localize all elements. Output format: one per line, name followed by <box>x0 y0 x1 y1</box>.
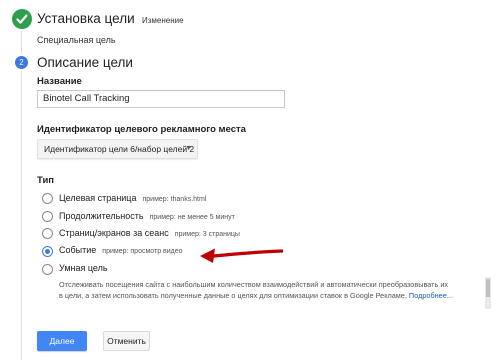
radio-destination[interactable] <box>42 193 53 204</box>
cancel-button[interactable]: Отменить <box>103 331 150 351</box>
red-arrow-annotation <box>200 248 283 263</box>
caret-down-icon: ▼ <box>185 145 192 152</box>
option-pages-per-session[interactable]: Страниц/экранов за сеанс пример: 3 страни… <box>59 228 240 238</box>
goal-name-label: Название <box>37 76 82 87</box>
step2-number-badge: 2 <box>15 56 28 69</box>
option-example: пример: просмотр видео <box>102 248 183 255</box>
option-destination[interactable]: Целевая страница пример: thanks.html <box>59 193 206 203</box>
option-label: Целевая страница <box>59 193 137 203</box>
smart-desc-line1: Отслеживать посещения сайта с наибольшим… <box>59 280 449 289</box>
next-button[interactable]: Далее <box>37 331 87 351</box>
option-label: Умная цель <box>59 263 108 273</box>
step2-title: Описание цели <box>37 55 133 70</box>
smart-goal-description: Отслеживать посещения сайта с наибольшим… <box>59 279 484 301</box>
option-event[interactable]: Событие пример: просмотр видео <box>59 245 183 255</box>
radio-duration[interactable] <box>42 211 53 222</box>
scrollbar-thumb[interactable] <box>486 279 490 297</box>
step-connector-line <box>21 71 22 360</box>
option-duration[interactable]: Продолжительность пример: не менее 5 мину… <box>59 211 235 221</box>
learn-more-link[interactable]: Подробнее... <box>409 291 453 300</box>
option-label: Событие <box>59 245 97 255</box>
option-example: пример: 3 страницы <box>174 231 240 238</box>
option-example: пример: thanks.html <box>142 196 207 203</box>
goal-name-input[interactable]: Binotel Call Tracking <box>37 90 285 108</box>
radio-pages-per-session[interactable] <box>42 228 53 239</box>
description-scrollbar[interactable] <box>485 277 491 309</box>
option-label: Страниц/экранов за сеанс <box>59 228 169 238</box>
goal-type-label: Тип <box>37 175 55 186</box>
radio-event[interactable] <box>42 246 53 257</box>
goal-id-dropdown[interactable]: Идентификатор цели 6/набор целей 2 ▼ <box>37 139 198 159</box>
smart-desc-line2: в цели, а затем использовать полученные … <box>59 291 407 300</box>
step1-title: Установка цели <box>37 11 135 26</box>
radio-smart-goal[interactable] <box>42 264 53 275</box>
step1-subtitle: Специальная цель <box>37 35 116 45</box>
step1-edit-link[interactable]: Изменение <box>142 16 184 25</box>
step-complete-check-icon <box>12 9 32 29</box>
step-connector-line <box>21 31 22 53</box>
option-example: пример: не менее 5 минут <box>149 214 235 221</box>
goal-id-dropdown-value: Идентификатор цели 6/набор целей 2 <box>44 144 195 154</box>
goal-id-label: Идентификатор целевого рекламного места <box>37 124 246 135</box>
option-smart-goal[interactable]: Умная цель <box>59 263 108 273</box>
option-label: Продолжительность <box>59 211 144 221</box>
